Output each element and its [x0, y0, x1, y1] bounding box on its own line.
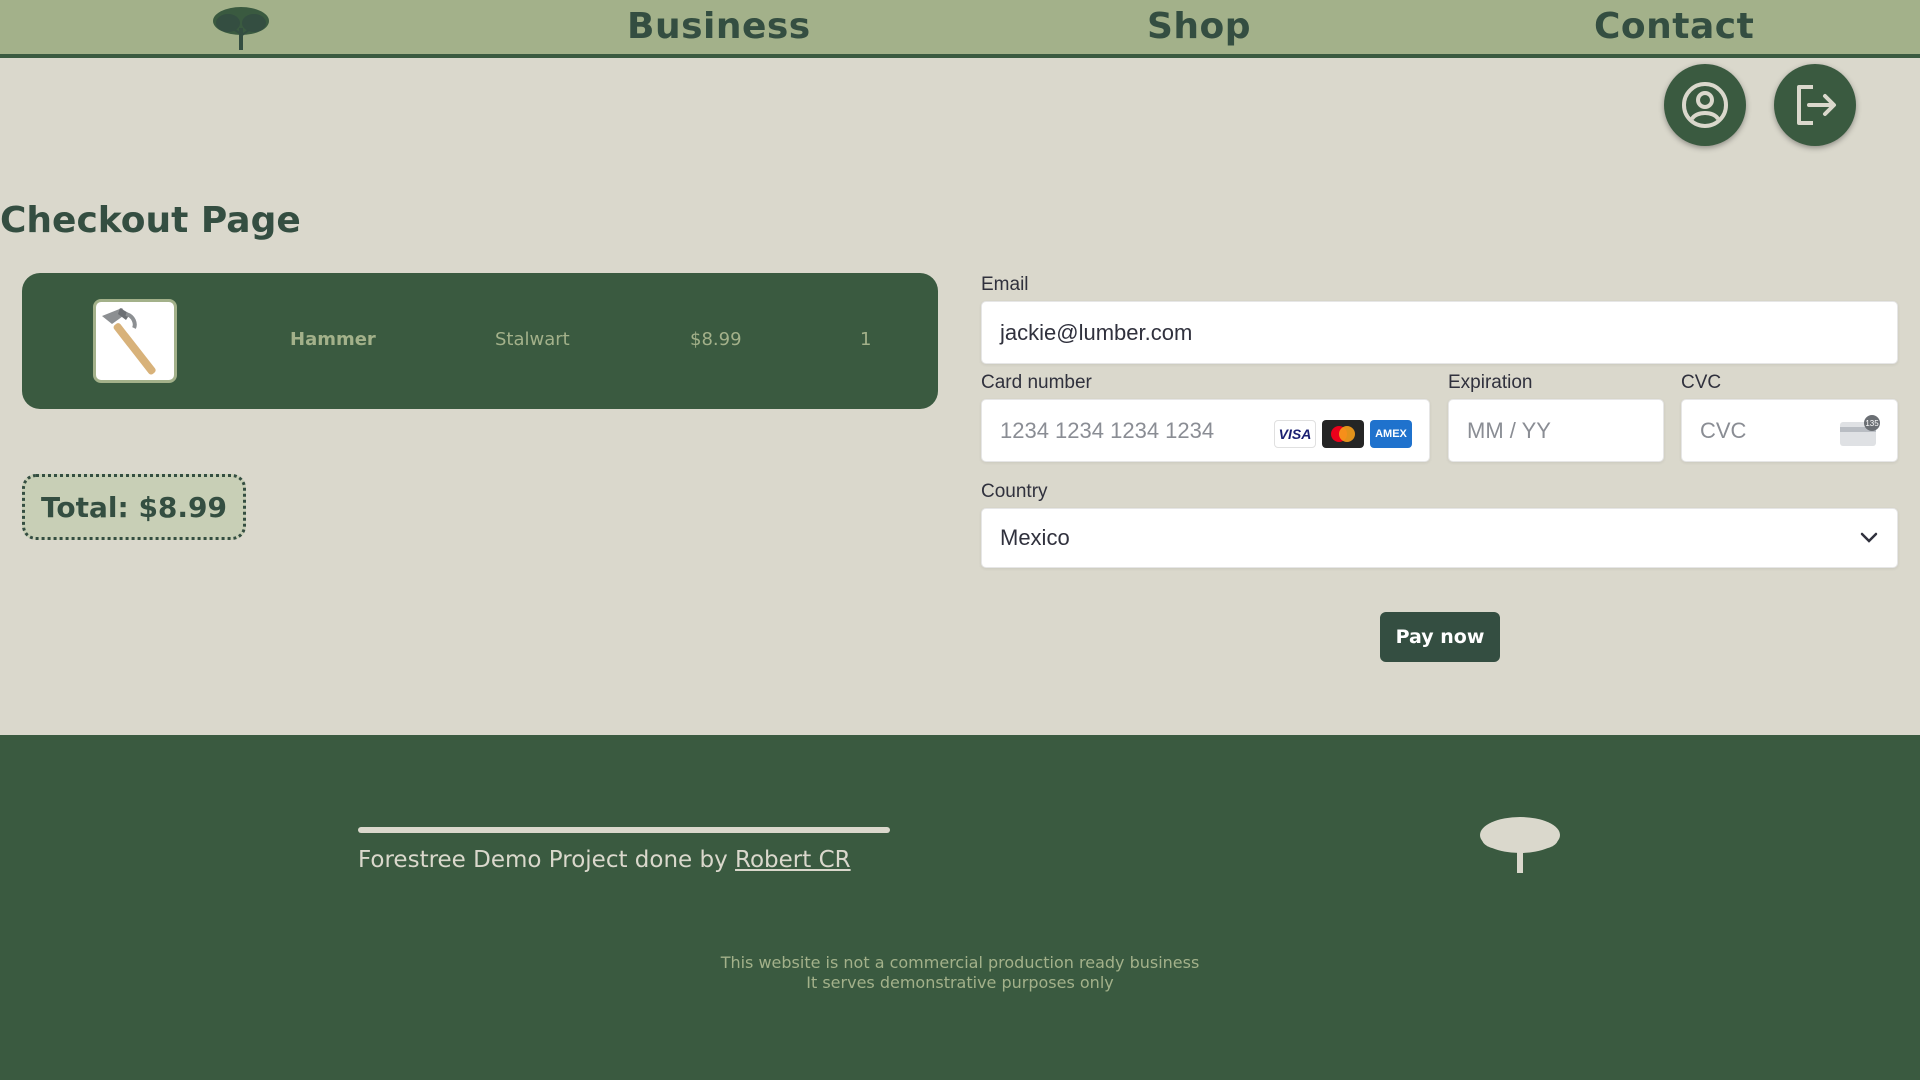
- card-number-placeholder: 1234 1234 1234 1234: [1000, 417, 1215, 443]
- mastercard-icon: [1322, 420, 1364, 448]
- expiration-label: Expiration: [1448, 372, 1533, 393]
- card-number-label: Card number: [981, 372, 1092, 393]
- disclaimer-line-2: It serves demonstrative purposes only: [806, 973, 1114, 992]
- pay-now-button[interactable]: Pay now: [1380, 612, 1500, 662]
- cvc-badge-text: 135: [1865, 419, 1879, 428]
- top-nav: Business Shop Contact: [0, 0, 1920, 58]
- chevron-down-icon: [1860, 532, 1878, 543]
- credit-text: Forestree Demo Project done by: [358, 847, 728, 873]
- email-label: Email: [981, 274, 1029, 295]
- page-title: Checkout Page: [0, 200, 301, 241]
- cvc-placeholder: CVC: [1700, 417, 1747, 443]
- product-brand: Stalwart: [495, 329, 570, 350]
- amex-icon: AMEX: [1370, 420, 1412, 448]
- nav-link-business[interactable]: Business: [627, 6, 811, 47]
- expiration-field[interactable]: MM / YY: [1448, 399, 1664, 462]
- cart-item-row: Hammer Stalwart $8.99 1: [22, 273, 938, 409]
- email-field[interactable]: jackie@lumber.com: [981, 301, 1898, 364]
- logout-button[interactable]: [1774, 64, 1856, 146]
- nav-link-shop[interactable]: Shop: [1147, 6, 1251, 47]
- tree-icon[interactable]: [210, 4, 272, 52]
- disclaimer-line-1: This website is not a commercial product…: [720, 953, 1200, 972]
- product-image: [93, 299, 177, 383]
- cvc-field[interactable]: CVC 135: [1681, 399, 1898, 462]
- footer-divider: [358, 827, 890, 833]
- product-quantity: 1: [860, 329, 872, 350]
- country-value: Mexico: [1000, 525, 1070, 550]
- footer-credit: Forestree Demo Project done by Robert CR: [358, 847, 851, 873]
- product-name: Hammer: [290, 329, 376, 350]
- country-label: Country: [981, 481, 1048, 502]
- author-link[interactable]: Robert CR: [735, 847, 851, 873]
- hammer-icon: [102, 308, 156, 375]
- user-circle-icon: [1682, 82, 1728, 128]
- tree-icon: [1480, 817, 1560, 873]
- footer: Forestree Demo Project done by Robert CR…: [0, 735, 1920, 1080]
- logout-icon: [1797, 85, 1836, 125]
- product-price: $8.99: [690, 329, 742, 350]
- cvc-label: CVC: [1681, 372, 1722, 393]
- nav-link-contact[interactable]: Contact: [1594, 6, 1754, 47]
- country-select[interactable]: Mexico: [981, 508, 1898, 568]
- order-total: Total: $8.99: [22, 474, 247, 540]
- profile-button[interactable]: [1664, 64, 1746, 146]
- card-number-field[interactable]: 1234 1234 1234 1234 VISA AMEX: [981, 399, 1430, 462]
- cvc-card-icon: 135: [1838, 414, 1882, 454]
- visa-icon: VISA: [1274, 420, 1316, 448]
